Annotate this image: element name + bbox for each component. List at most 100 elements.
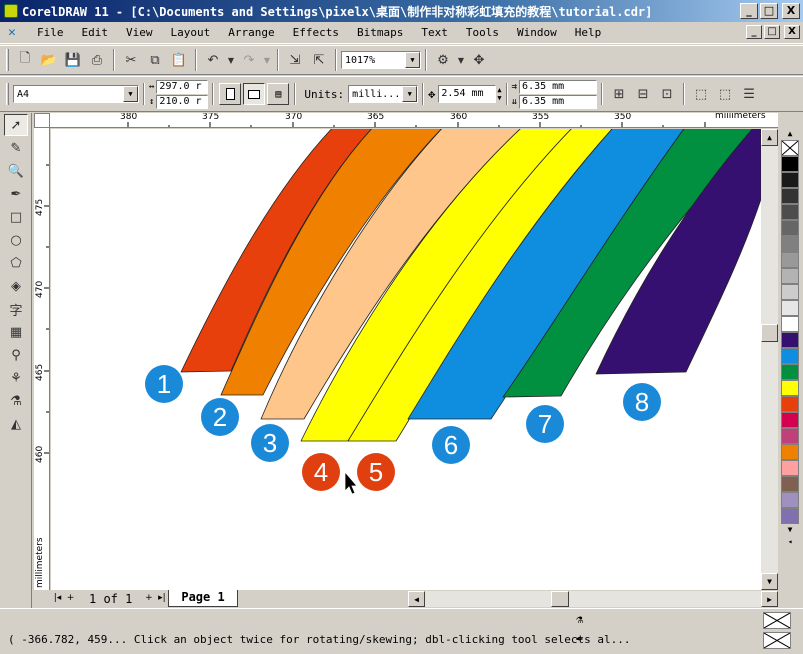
color-swatch[interactable] — [781, 236, 799, 252]
units-select[interactable]: milli... ▼ — [348, 85, 419, 103]
options-icon[interactable]: ☰ — [738, 83, 760, 105]
menu-edit[interactable]: Edit — [73, 26, 118, 39]
vertical-scrollbar[interactable]: ▲ ▼ — [761, 129, 778, 590]
color-swatch[interactable] — [781, 508, 799, 524]
fill-color-box[interactable] — [763, 612, 791, 629]
rectangle-tool-icon[interactable]: □ — [4, 206, 28, 228]
save-icon[interactable]: 💾 — [62, 49, 84, 71]
doc-close-button[interactable]: X — [784, 25, 800, 39]
redo-dropdown-icon[interactable]: ▼ — [262, 49, 272, 71]
color-swatch[interactable] — [781, 156, 799, 172]
pick-tool-icon[interactable]: ➚ — [4, 114, 28, 136]
paste-icon[interactable]: 📋 — [168, 49, 190, 71]
horizontal-ruler[interactable]: 380 375 370 365 360 355 350 millimeters — [50, 113, 778, 128]
scroll-right-icon[interactable]: ▶ — [761, 591, 778, 607]
shape-tool-icon[interactable]: ✎ — [4, 137, 28, 159]
snap-to-objects-icon[interactable]: ⊡ — [656, 83, 678, 105]
application-launcher-icon[interactable]: ⚙ — [432, 49, 454, 71]
color-swatch[interactable] — [781, 476, 799, 492]
menu-file[interactable]: File — [28, 26, 73, 39]
new-document-icon[interactable]: 🗋 — [14, 49, 36, 71]
snap-to-guidelines-icon[interactable]: ⊟ — [632, 83, 654, 105]
landscape-button[interactable] — [243, 83, 266, 105]
color-swatch[interactable] — [781, 268, 799, 284]
text-tool-icon[interactable]: 字 — [4, 298, 28, 320]
palette-expand-icon[interactable]: ◂ — [781, 536, 799, 548]
import-icon[interactable]: ⇲ — [284, 49, 306, 71]
color-swatch[interactable] — [781, 444, 799, 460]
basic-shapes-tool-icon[interactable]: ◈ — [4, 275, 28, 297]
menu-help[interactable]: Help — [566, 26, 611, 39]
toolbar-grip[interactable] — [6, 49, 9, 71]
menu-view[interactable]: View — [117, 26, 162, 39]
color-swatch[interactable] — [781, 460, 799, 476]
menu-effects[interactable]: Effects — [284, 26, 348, 39]
color-swatch[interactable] — [781, 492, 799, 508]
export-icon[interactable]: ⇱ — [308, 49, 330, 71]
maximize-button[interactable]: □ — [760, 3, 778, 19]
chevron-down-icon[interactable]: ▼ — [123, 86, 138, 102]
ruler-origin[interactable] — [34, 113, 50, 128]
menu-arrange[interactable]: Arrange — [219, 26, 283, 39]
print-icon[interactable]: ⎙ — [86, 49, 108, 71]
corel-online-icon[interactable]: ✥ — [468, 49, 490, 71]
undo-icon[interactable]: ↶ — [202, 49, 224, 71]
paper-size-select[interactable]: A4 ▼ — [13, 85, 139, 103]
menu-tools[interactable]: Tools — [457, 26, 508, 39]
color-swatch[interactable] — [781, 204, 799, 220]
color-swatch[interactable] — [781, 412, 799, 428]
first-page-icon[interactable]: |◂ — [51, 591, 64, 606]
color-swatch[interactable] — [781, 316, 799, 332]
color-swatch[interactable] — [781, 300, 799, 316]
treat-as-filled-icon[interactable]: ⬚ — [690, 83, 712, 105]
color-swatch[interactable] — [781, 284, 799, 300]
portrait-button[interactable] — [219, 83, 242, 105]
color-swatch[interactable] — [781, 220, 799, 236]
minimize-button[interactable]: _ — [740, 3, 758, 19]
menu-window[interactable]: Window — [508, 26, 566, 39]
nudge-spinner[interactable]: ▲ ▼ — [497, 86, 501, 102]
document-icon[interactable]: ✕ — [8, 25, 22, 40]
freehand-tool-icon[interactable]: ✒ — [4, 183, 28, 205]
undo-dropdown-icon[interactable]: ▼ — [226, 49, 236, 71]
redo-icon[interactable]: ↷ — [238, 49, 260, 71]
color-swatch[interactable] — [781, 188, 799, 204]
insert-page-before-icon[interactable]: + — [64, 591, 77, 606]
draw-selection-icon[interactable]: ⬚ — [714, 83, 736, 105]
menu-layout[interactable]: Layout — [162, 26, 220, 39]
page-width-field[interactable]: 297.0 r — [156, 79, 209, 94]
outline-tool-icon[interactable]: ⚘ — [4, 367, 28, 389]
drawing-canvas[interactable]: 1 2 3 4 5 6 7 8 — [51, 129, 761, 590]
copy-icon[interactable]: ⧉ — [144, 49, 166, 71]
vertical-ruler[interactable]: 475 470 465 460 millimeters — [34, 128, 50, 590]
nudge-offset-field[interactable]: 2.54 mm — [438, 85, 497, 103]
launcher-dropdown-icon[interactable]: ▼ — [456, 49, 466, 71]
horizontal-scrollbar[interactable]: ◀ ▶ — [408, 591, 778, 607]
outline-color-box[interactable] — [763, 632, 791, 649]
vertical-scroll-thumb[interactable] — [761, 324, 778, 342]
interactive-blend-tool-icon[interactable]: ▦ — [4, 321, 28, 343]
interactive-fill-tool-icon[interactable]: ◭ — [4, 413, 28, 435]
color-swatch[interactable] — [781, 364, 799, 380]
cut-icon[interactable]: ✂ — [120, 49, 142, 71]
color-swatch[interactable] — [781, 428, 799, 444]
duplicate-distance-x-field[interactable]: 6.35 mm — [519, 79, 598, 94]
chevron-down-icon[interactable]: ▼ — [405, 52, 420, 68]
page-height-field[interactable]: 210.0 r — [156, 94, 209, 109]
set-layout-button[interactable]: ▤ — [267, 83, 290, 105]
color-swatch[interactable] — [781, 396, 799, 412]
color-swatch[interactable] — [781, 380, 799, 396]
no-color-swatch[interactable] — [781, 140, 799, 156]
scroll-left-icon[interactable]: ◀ — [408, 591, 425, 607]
zoom-tool-icon[interactable]: 🔍 — [4, 160, 28, 182]
color-swatch[interactable] — [781, 252, 799, 268]
snap-to-grid-icon[interactable]: ⊞ — [608, 83, 630, 105]
ellipse-tool-icon[interactable]: ○ — [4, 229, 28, 251]
eyedropper-tool-icon[interactable]: ⚲ — [4, 344, 28, 366]
tab-page-1[interactable]: Page 1 — [168, 590, 238, 607]
color-swatch[interactable] — [781, 332, 799, 348]
doc-minimize-button[interactable]: _ — [746, 25, 762, 39]
menu-text[interactable]: Text — [412, 26, 457, 39]
color-swatch[interactable] — [781, 172, 799, 188]
scroll-down-icon[interactable]: ▼ — [761, 573, 778, 590]
